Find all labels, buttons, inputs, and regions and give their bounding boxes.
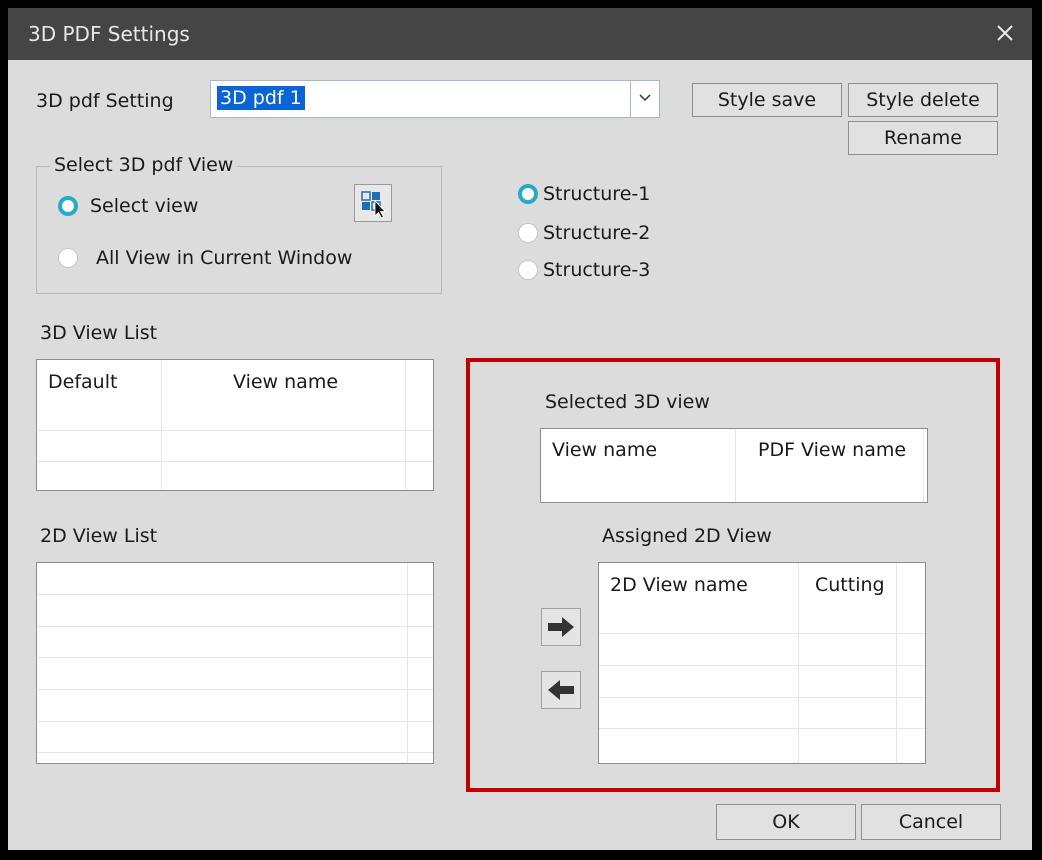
arrow-left-icon — [542, 679, 580, 701]
row-line — [599, 633, 925, 634]
radio-select-view[interactable] — [58, 196, 78, 216]
window-title: 3D PDF Settings — [28, 22, 190, 46]
ok-button[interactable]: OK — [716, 804, 856, 840]
column-header-view-name[interactable]: View name — [233, 371, 338, 393]
assigned-2d-table[interactable]: 2D View name Cutting — [598, 562, 926, 764]
column-divider — [161, 360, 162, 490]
column-header-cutting[interactable]: Cutting — [815, 574, 885, 596]
style-save-button[interactable]: Style save — [692, 83, 842, 117]
style-delete-button[interactable]: Style delete — [848, 83, 998, 117]
radio-all-view[interactable] — [58, 248, 78, 268]
row-line — [599, 665, 925, 666]
selected-3d-table[interactable]: View name PDF View name — [540, 428, 928, 503]
setting-combobox[interactable]: 3D pdf 1 — [210, 80, 660, 118]
column-divider — [735, 429, 736, 502]
row-line — [37, 657, 433, 658]
radio-structure-2[interactable] — [518, 223, 538, 243]
column-divider — [405, 360, 406, 490]
radio-structure-1[interactable] — [518, 184, 538, 204]
row-line — [37, 752, 433, 753]
column-divider — [896, 563, 897, 763]
column-divider — [798, 563, 799, 763]
select-view-group-title: Select 3D pdf View — [50, 154, 238, 176]
view-picker-icon[interactable] — [354, 184, 392, 222]
column-header-view-name[interactable]: View name — [552, 439, 657, 461]
radio-select-view-label: Select view — [90, 195, 199, 217]
row-line — [37, 689, 433, 690]
title-bar: 3D PDF Settings — [8, 8, 1032, 60]
cancel-button[interactable]: Cancel — [861, 804, 1001, 840]
structure-3-label: Structure-3 — [543, 259, 651, 281]
setting-label: 3D pdf Setting — [36, 90, 174, 112]
unassign-left-button[interactable] — [541, 671, 581, 709]
assign-right-button[interactable] — [541, 608, 581, 646]
assigned-2d-label: Assigned 2D View — [602, 525, 772, 547]
view2d-list-label: 2D View List — [40, 525, 158, 547]
column-header-pdf-view-name[interactable]: PDF View name — [758, 439, 906, 461]
chevron-down-icon[interactable] — [630, 81, 659, 117]
row-line — [37, 430, 433, 431]
row-line — [599, 728, 925, 729]
setting-value[interactable]: 3D pdf 1 — [217, 86, 305, 110]
view3d-list-label: 3D View List — [40, 322, 158, 344]
structure-1-label: Structure-1 — [543, 183, 651, 205]
column-header-2d-view-name[interactable]: 2D View name — [610, 574, 748, 596]
row-line — [37, 461, 433, 462]
row-line — [37, 594, 433, 595]
radio-structure-3[interactable] — [518, 260, 538, 280]
dialog-window: 3D PDF Settings 3D pdf Setting 3D pdf 1 … — [8, 8, 1032, 850]
column-header-default[interactable]: Default — [48, 371, 117, 393]
close-icon[interactable] — [992, 20, 1018, 46]
window-frame: 3D PDF Settings 3D pdf Setting 3D pdf 1 … — [0, 0, 1042, 860]
row-line — [37, 626, 433, 627]
arrow-right-icon — [542, 616, 580, 638]
radio-all-view-label: All View in Current Window — [96, 247, 353, 269]
row-line — [37, 721, 433, 722]
selected-3d-label: Selected 3D view — [545, 391, 710, 413]
structure-2-label: Structure-2 — [543, 222, 651, 244]
column-divider — [923, 429, 924, 502]
rename-button[interactable]: Rename — [848, 121, 998, 155]
row-line — [599, 697, 925, 698]
view3d-list-table[interactable]: Default View name — [36, 359, 434, 491]
view2d-list-table[interactable] — [36, 562, 434, 764]
